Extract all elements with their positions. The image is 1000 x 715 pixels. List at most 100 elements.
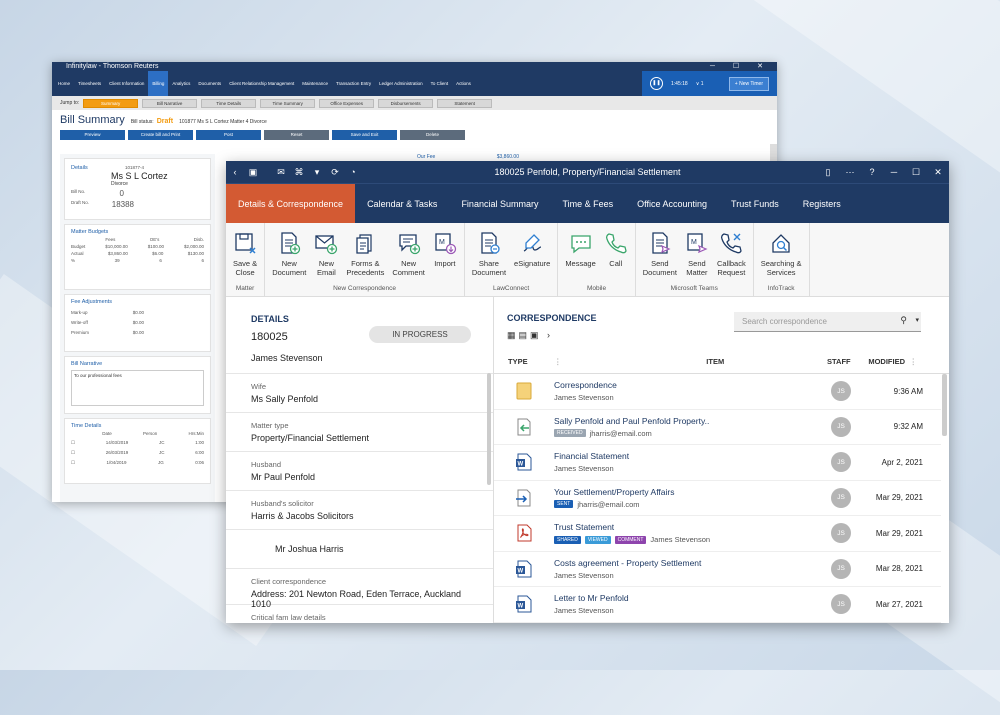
correspondence-scrollbar[interactable]	[942, 374, 947, 436]
send-matter-button[interactable]: M Send Matter	[681, 231, 713, 277]
email-received-icon	[494, 418, 554, 436]
col-menu-icon[interactable]: ⋮	[910, 357, 918, 366]
fee-label: Mark-up	[71, 310, 88, 315]
field-label: Husband's solicitor	[251, 499, 314, 508]
share-document-button[interactable]: Share Document	[468, 231, 510, 277]
tree-icon[interactable]: ⌘	[290, 167, 308, 178]
checkbox[interactable]: ☐	[71, 440, 75, 446]
ribbon-group-label: Matter	[235, 285, 255, 292]
ribbon-buttons: Send Document M Send Matter Callback Request	[639, 223, 750, 283]
field-value[interactable]: Mr Paul Penfold	[251, 472, 468, 482]
nav-documents[interactable]: Documents	[194, 71, 225, 96]
jump-tab-statement[interactable]: Statement	[437, 98, 493, 108]
details-scrollbar[interactable]	[487, 373, 491, 485]
checkbox[interactable]: ☐	[71, 460, 75, 466]
folder-nav-icon[interactable]: ▣	[244, 167, 262, 178]
nav-to-client[interactable]: To Client	[427, 71, 453, 96]
col-item[interactable]: ITEM	[562, 357, 870, 366]
bill-post-button[interactable]: Post	[196, 130, 261, 140]
jump-tab-bill-narrative[interactable]: Bill Narrative	[142, 98, 198, 108]
col-type[interactable]: TYPE	[494, 357, 554, 366]
back-window-controls[interactable]: ─ ☐ ✕	[710, 62, 771, 71]
search-icon[interactable]: ⚲	[900, 315, 907, 326]
new-comment-button[interactable]: New Comment	[388, 231, 429, 277]
searching-services-button[interactable]: Searching & Services	[757, 231, 806, 277]
new-email-label: New Email	[316, 259, 336, 277]
field-value[interactable]: Property/Financial Settlement	[251, 433, 468, 443]
more-icon[interactable]: ⋯	[839, 167, 861, 178]
jump-tab-office-expenses[interactable]: Office Expenses	[319, 98, 375, 108]
callback-request-button[interactable]: Callback Request	[713, 231, 750, 277]
jump-tab-disbursements[interactable]: Disbursements	[378, 98, 434, 108]
nav-transaction-entry[interactable]: Transaction Entry	[332, 71, 375, 96]
history-icon[interactable]: ◔	[344, 167, 362, 177]
narrative-text[interactable]: To our professional fees	[71, 370, 204, 406]
nav-billing[interactable]: Billing	[148, 71, 169, 96]
dropdown-icon[interactable]: ▾	[308, 167, 326, 178]
bill-save-and-exit-button[interactable]: Save and Exit	[332, 130, 397, 140]
list-item[interactable]: W Letter to Mr Penfold James Stevenson JS Ma…	[494, 587, 941, 623]
call-button[interactable]: Call	[600, 231, 632, 268]
tab-trust-funds[interactable]: Trust Funds	[719, 184, 791, 223]
tab-financial-summary[interactable]: Financial Summary	[449, 184, 550, 223]
details-heading: DETAILS	[251, 314, 289, 324]
close-button[interactable]: ✕	[927, 167, 949, 178]
new-timer-button[interactable]: + New Timer	[728, 76, 769, 91]
tab-office-accounting[interactable]: Office Accounting	[625, 184, 719, 223]
col-staff[interactable]: STAFF	[827, 357, 851, 366]
new-document-button[interactable]: New Document	[268, 231, 310, 277]
bill-create-bill-and-print-button[interactable]: Create bill and Print	[128, 130, 193, 140]
tab-registers[interactable]: Registers	[791, 184, 853, 223]
forms-precedents-button[interactable]: Forms & Precedents	[342, 231, 388, 277]
nav-timesheets[interactable]: Timesheets	[74, 71, 105, 96]
message-button[interactable]: Message	[561, 231, 599, 268]
import-button[interactable]: M Import	[429, 231, 461, 268]
list-item[interactable]: Trust Statement SHARED VIEWED COMMENT James …	[494, 516, 941, 552]
new-email-button[interactable]: New Email	[310, 231, 342, 277]
nav-client-information[interactable]: Client Information	[105, 71, 148, 96]
minimize-button[interactable]: ─	[883, 167, 905, 178]
jump-tab-time-details[interactable]: Time Details	[201, 98, 257, 108]
list-item[interactable]: Correspondence James Stevenson JS 9:36 AM	[494, 374, 941, 410]
list-item[interactable]: Your Settlement/Property Affairs SENT jhar…	[494, 481, 941, 516]
tab-calendar-tasks[interactable]: Calendar & Tasks	[355, 184, 449, 223]
nav-client-relationship-management[interactable]: Client Relationship Management	[225, 71, 298, 96]
nav-analytics[interactable]: Analytics	[168, 71, 194, 96]
list-item[interactable]: W Financial Statement James Stevenson JS Apr…	[494, 445, 941, 481]
field-value[interactable]: Ms Sally Penfold	[251, 394, 468, 404]
pause-icon[interactable]: ❚❚	[650, 77, 663, 90]
jump-tab-summary[interactable]: Summary	[83, 98, 139, 108]
search-dropdown-icon[interactable]: ▾	[915, 316, 919, 324]
bill-preview-button[interactable]: Preview	[60, 130, 125, 140]
col-menu-icon[interactable]: ⋮	[554, 357, 562, 366]
maximize-button[interactable]: ☐	[905, 167, 927, 178]
jump-tab-time-summary[interactable]: Time Summary	[260, 98, 316, 108]
phone-icon[interactable]: ▯	[817, 167, 839, 178]
view-switcher[interactable]: ▦▤▣ ›	[507, 330, 553, 341]
send-document-button[interactable]: Send Document	[639, 231, 681, 277]
search-correspondence-input[interactable]: Search correspondence	[734, 312, 921, 332]
back-arrow-icon[interactable]: ‹	[226, 167, 244, 177]
refresh-icon[interactable]: ⟳	[326, 167, 344, 178]
bill-delete-button[interactable]: Delete	[400, 130, 465, 140]
help-icon[interactable]: ?	[861, 167, 883, 178]
field-value[interactable]: Mr Joshua Harris	[251, 544, 468, 554]
tab-time-fees[interactable]: Time & Fees	[550, 184, 625, 223]
tab-details-correspondence[interactable]: Details & Correspondence	[226, 184, 356, 223]
fee-row: Premium $0.00	[71, 330, 204, 335]
col-modified[interactable]: MODIFIED	[868, 357, 905, 366]
budget-cell: 6	[159, 258, 162, 263]
mail-icon[interactable]: ✉	[272, 167, 290, 178]
checkbox[interactable]: ☐	[71, 450, 75, 456]
nav-ledger-administration[interactable]: Ledger Administration	[375, 71, 427, 96]
save-close-button[interactable]: Save & Close	[229, 231, 261, 277]
esignature-button[interactable]: eSignature	[510, 231, 554, 268]
field-value[interactable]: Harris & Jacobs Solicitors	[251, 511, 468, 521]
bill-reset-button[interactable]: Reset	[264, 130, 329, 140]
nav-home[interactable]: Home	[54, 71, 74, 96]
list-item[interactable]: W Costs agreement - Property Settlement Ja…	[494, 552, 941, 587]
list-item[interactable]: Sally Penfold and Paul Penfold Property.…	[494, 410, 941, 445]
nav-maintenance[interactable]: Maintenance	[298, 71, 332, 96]
nav-actions[interactable]: Actions	[452, 71, 475, 96]
bill-narrative: Bill Narrative To our professional fees	[64, 356, 211, 414]
